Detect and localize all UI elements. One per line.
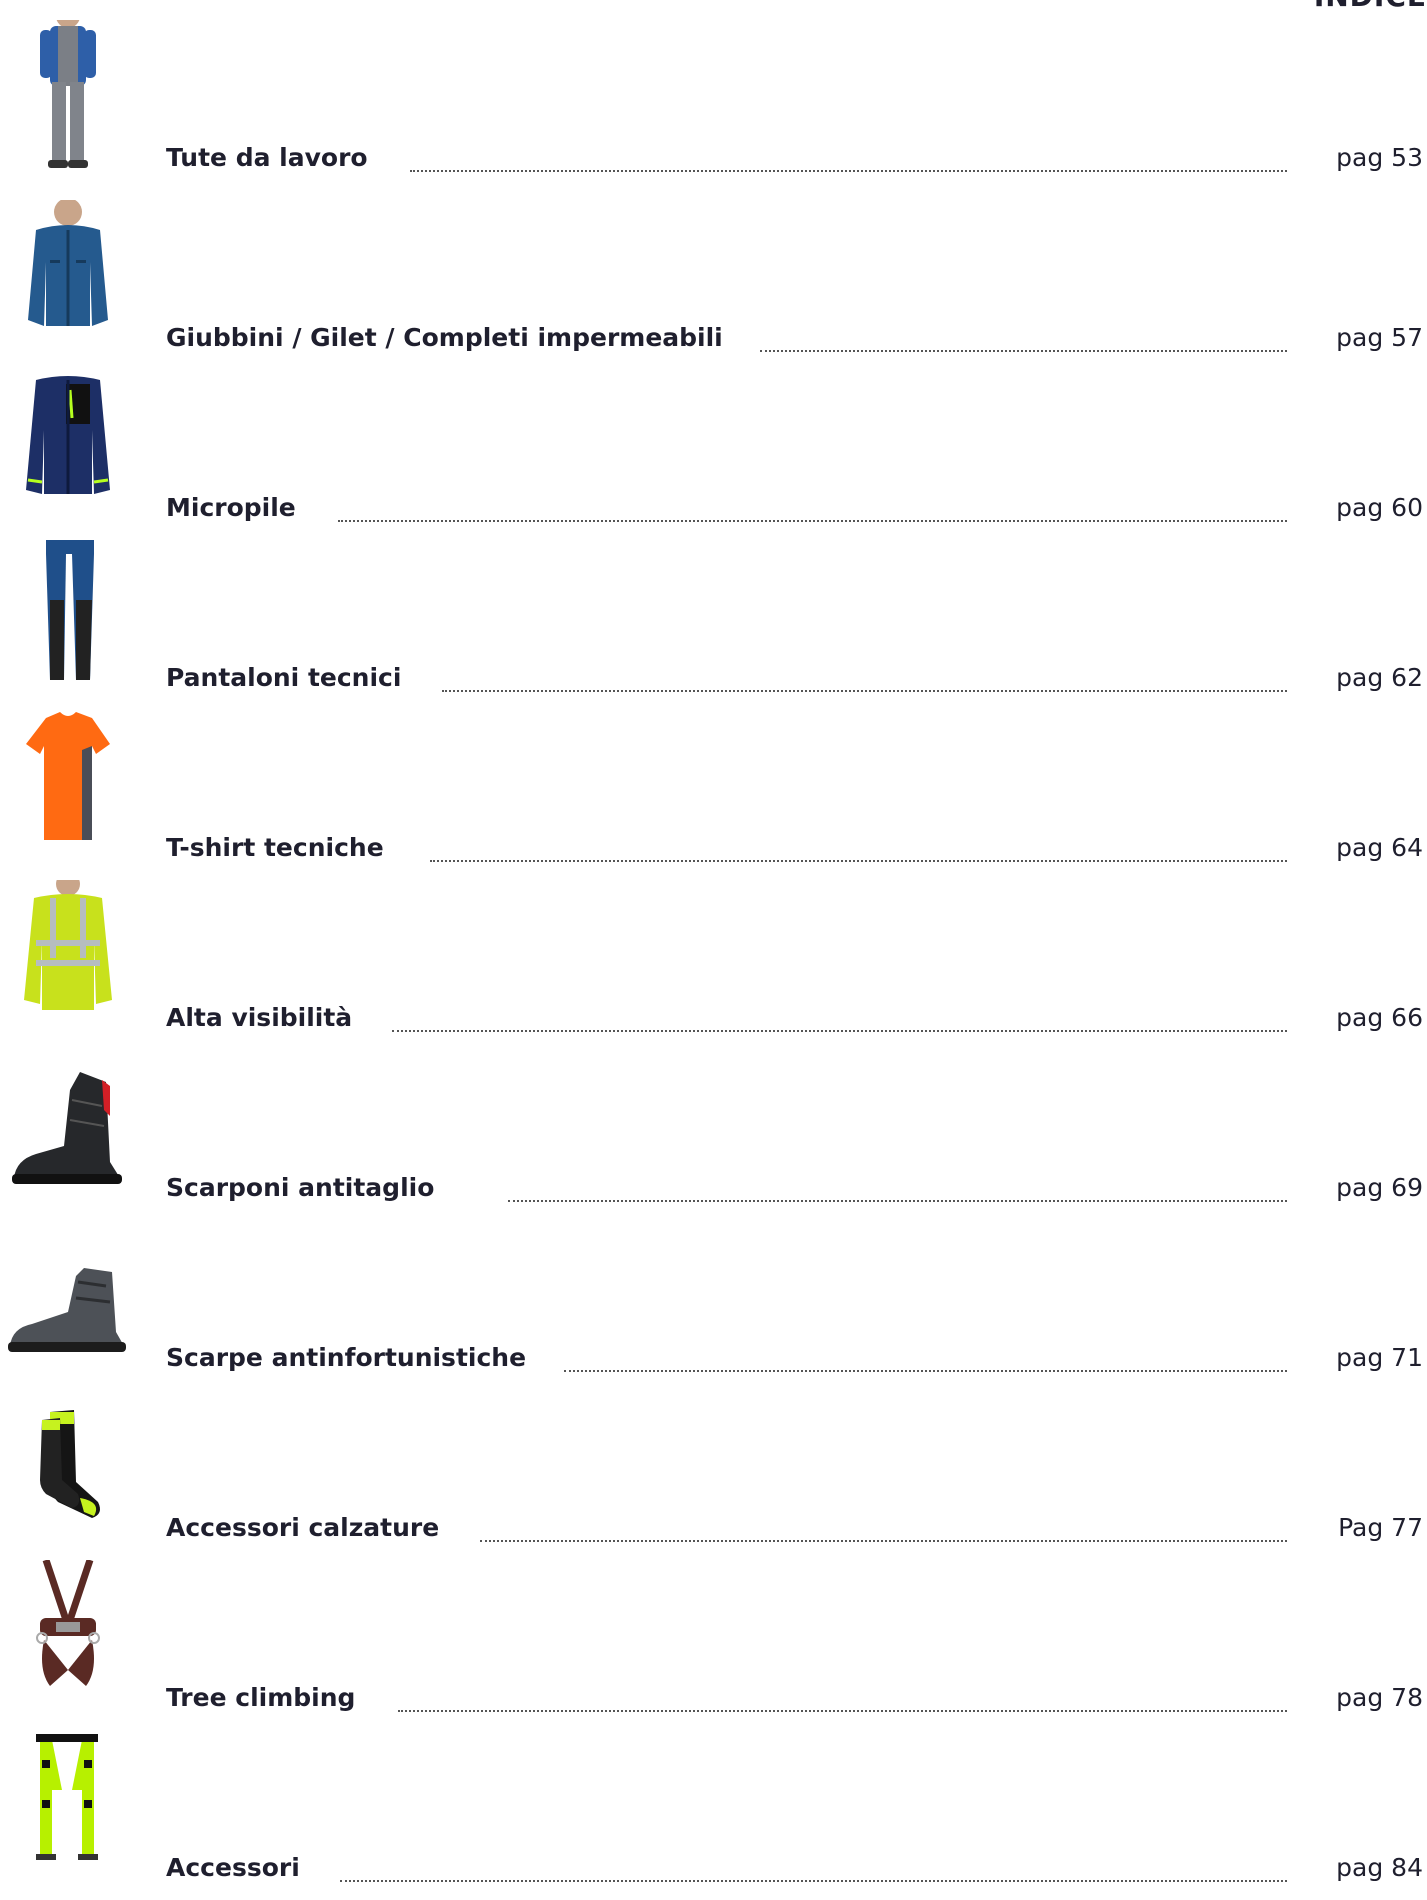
trousers-icon [6, 540, 130, 690]
safety-shoe-icon [6, 1220, 130, 1370]
socks-icon [6, 1390, 130, 1540]
entry-page: pag 53 [1336, 143, 1423, 172]
entry-label: Pantaloni tecnici [166, 663, 402, 692]
tshirt-icon [6, 710, 130, 860]
toc-entry[interactable]: Scarpe antinfortunistiche pag 71 [0, 1220, 1427, 1390]
entry-label: T-shirt tecniche [166, 833, 384, 862]
suspenders-icon [6, 1730, 130, 1880]
dot-leader [442, 690, 1287, 692]
toc-entry[interactable]: Scarponi antitaglio pag 69 [0, 1050, 1427, 1220]
entry-page: pag 69 [1336, 1173, 1423, 1202]
dot-leader [410, 170, 1287, 172]
toc-entry[interactable]: Pantaloni tecnici pag 62 [0, 540, 1427, 710]
fleece-jacket-icon [6, 370, 130, 520]
entry-page: pag 84 [1336, 1853, 1423, 1882]
entry-label: Micropile [166, 493, 296, 522]
dot-leader [398, 1710, 1287, 1712]
toc-entry[interactable]: Tree climbing pag 78 [0, 1560, 1427, 1730]
dot-leader [340, 1880, 1287, 1882]
entry-label: Accessori calzature [166, 1513, 440, 1542]
entry-label: Tute da lavoro [166, 143, 368, 172]
dot-leader [392, 1030, 1287, 1032]
toc-entry[interactable]: Giubbini / Gilet / Completi impermeabili… [0, 200, 1427, 370]
jacket-icon [6, 200, 130, 350]
entry-page: Pag 77 [1338, 1513, 1423, 1542]
entry-label: Giubbini / Gilet / Completi impermeabili [166, 323, 723, 352]
coverall-icon [6, 20, 130, 170]
dot-leader [338, 520, 1287, 522]
entry-page: pag 66 [1336, 1003, 1423, 1032]
entry-label: Scarpe antinfortunistiche [166, 1343, 527, 1372]
entry-label: Tree climbing [166, 1683, 356, 1712]
dot-leader [564, 1370, 1287, 1372]
toc-entry[interactable]: Alta visibilità pag 66 [0, 880, 1427, 1050]
hi-vis-jacket-icon [6, 880, 130, 1030]
entry-page: pag 62 [1336, 663, 1423, 692]
entry-page: pag 60 [1336, 493, 1423, 522]
entry-page: pag 64 [1336, 833, 1423, 862]
dot-leader [430, 860, 1287, 862]
entry-page: pag 71 [1336, 1343, 1423, 1372]
entry-page: pag 57 [1336, 323, 1423, 352]
toc-entry[interactable]: T-shirt tecniche pag 64 [0, 710, 1427, 880]
entry-page: pag 78 [1336, 1683, 1423, 1712]
dot-leader [508, 1200, 1287, 1202]
dot-leader [760, 350, 1287, 352]
entry-label: Accessori [166, 1853, 300, 1882]
chainsaw-boot-icon [6, 1050, 130, 1200]
toc-entry[interactable]: Accessori calzature Pag 77 [0, 1390, 1427, 1560]
toc-entry[interactable]: Accessori pag 84 [0, 1730, 1427, 1900]
entry-label: Alta visibilità [166, 1003, 353, 1032]
dot-leader [480, 1540, 1287, 1542]
toc-entry[interactable]: Tute da lavoro pag 53 [0, 20, 1427, 190]
toc-entry[interactable]: Micropile pag 60 [0, 370, 1427, 540]
entry-label: Scarponi antitaglio [166, 1173, 435, 1202]
climbing-harness-icon [6, 1560, 130, 1710]
page-title: INDICE [1314, 0, 1427, 13]
